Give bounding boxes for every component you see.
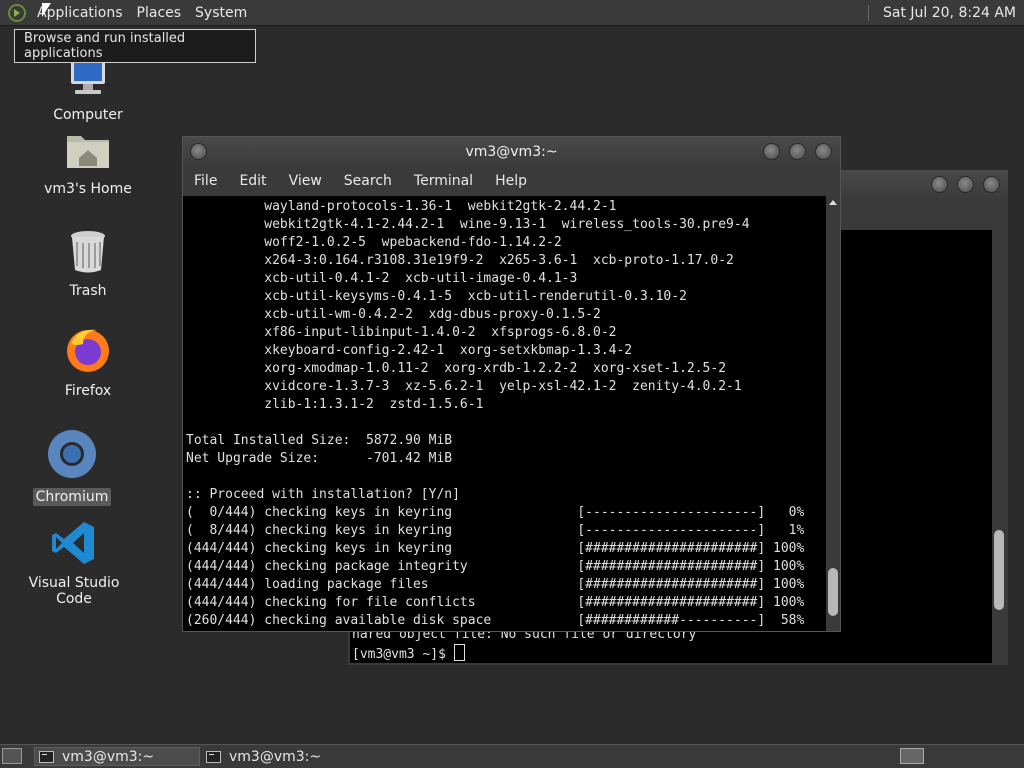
workspace-switcher-icon[interactable] xyxy=(900,748,924,764)
menu-view[interactable]: View xyxy=(278,173,333,189)
terminal-line: (444/444) loading package files [#######… xyxy=(186,577,805,592)
scrollbar-thumb[interactable] xyxy=(828,568,838,616)
desktop-icon-vscode[interactable]: Visual Studio Code xyxy=(14,520,134,608)
terminal-line: ( 8/444) checking keys in keyring [-----… xyxy=(186,523,805,538)
terminal-line: :: Proceed with installation? [Y/n] xyxy=(186,487,460,502)
terminal-line: xorg-xmodmap-1.0.11-2 xorg-xrdb-1.2.2-2 … xyxy=(186,361,727,376)
terminal-prompt-line[interactable]: [vm3@vm3 ~]$ xyxy=(352,644,465,663)
distro-logo-icon[interactable] xyxy=(8,3,26,22)
terminal-line: x264-3:0.164.r3108.31e19f9-2 x265-3.6-1 … xyxy=(186,253,734,268)
terminal-line: xcb-util-keysyms-0.4.1-5 xcb-util-render… xyxy=(186,289,687,304)
terminal-line: Total Installed Size: 5872.90 MiB xyxy=(186,433,453,448)
close-button[interactable] xyxy=(983,176,1000,193)
maximize-button[interactable] xyxy=(957,176,974,193)
home-folder-icon xyxy=(67,136,109,168)
applications-tooltip: Browse and run installed applications xyxy=(14,29,256,63)
menu-search[interactable]: Search xyxy=(333,173,403,189)
terminal-line: xf86-input-libinput-1.4.0-2 xfsprogs-6.8… xyxy=(186,325,617,340)
terminal-line: (260/444) checking available disk space … xyxy=(186,613,805,628)
terminal-line: (444/444) checking for file conflicts [#… xyxy=(186,595,805,610)
menu-file[interactable]: File xyxy=(183,173,228,189)
terminal-line: wayland-protocols-1.36-1 webkit2gtk-2.44… xyxy=(186,199,617,214)
menu-terminal[interactable]: Terminal xyxy=(403,173,484,189)
scrollbar-thumb[interactable] xyxy=(994,530,1004,610)
terminal-line: (444/444) checking keys in keyring [####… xyxy=(186,541,805,556)
terminal-line: webkit2gtk-4.1-2.44.2-1 wine-9.13-1 wire… xyxy=(186,217,750,232)
bottom-taskbar: vm3@vm3:~ vm3@vm3:~ xyxy=(0,744,1024,768)
taskbar-item-terminal-front[interactable]: vm3@vm3:~ xyxy=(34,747,200,766)
system-menu[interactable]: System xyxy=(188,5,254,21)
shell-prompt: [vm3@vm3 ~]$ xyxy=(352,647,454,662)
firefox-icon xyxy=(67,329,109,372)
desktop-icon-firefox[interactable]: Firefox xyxy=(28,326,148,400)
terminal-icon xyxy=(39,750,54,763)
terminal-line: Net Upgrade Size: -701.42 MiB xyxy=(186,451,453,466)
taskbar-item-label: vm3@vm3:~ xyxy=(62,748,155,765)
terminal-line: xvidcore-1.3.7-3 xz-5.6.2-1 yelp-xsl-42.… xyxy=(186,379,742,394)
terminal-text: wayland-protocols-1.36-1 webkit2gtk-2.44… xyxy=(186,198,804,630)
places-menu[interactable]: Places xyxy=(130,5,189,21)
vertical-scrollbar[interactable] xyxy=(826,196,840,631)
minimize-button[interactable] xyxy=(931,176,948,193)
desktop-icon-computer[interactable]: Computer xyxy=(28,58,148,124)
taskbar-item-terminal-back[interactable]: vm3@vm3:~ xyxy=(202,747,368,766)
desktop-icon-label: Trash xyxy=(69,283,107,299)
terminal-line: ( 0/444) checking keys in keyring [-----… xyxy=(186,505,805,520)
show-desktop-icon[interactable] xyxy=(2,748,22,764)
chromium-icon xyxy=(48,430,96,478)
clock[interactable]: Sat Jul 20, 8:24 AM xyxy=(867,0,1024,25)
maximize-button[interactable] xyxy=(789,143,806,160)
desktop-icon-label: Computer xyxy=(53,107,123,123)
desktop-icon-chromium[interactable]: Chromium xyxy=(12,428,132,506)
window-title: vm3@vm3:~ xyxy=(465,144,558,160)
desktop-icon-label: Chromium xyxy=(32,488,112,506)
terminal-line: woff2-1.0.2-5 wpebackend-fdo-1.14.2-2 xyxy=(186,235,562,250)
terminal-window-front[interactable]: vm3@vm3:~ File Edit View Search Terminal… xyxy=(182,136,841,632)
clock-label: Sat Jul 20, 8:24 AM xyxy=(882,4,1016,21)
menu-edit[interactable]: Edit xyxy=(228,173,277,189)
terminal-line: xcb-util-wm-0.4.2-2 xdg-dbus-proxy-0.1.5… xyxy=(186,307,601,322)
window-menu-button[interactable] xyxy=(190,143,207,160)
taskbar-item-label: vm3@vm3:~ xyxy=(229,748,322,765)
desktop-icon-label: Visual Studio Code xyxy=(28,575,120,607)
minimize-button[interactable] xyxy=(763,143,780,160)
text-cursor xyxy=(453,644,465,661)
panel-separator xyxy=(867,4,869,21)
terminal-output[interactable]: wayland-protocols-1.36-1 webkit2gtk-2.44… xyxy=(183,196,826,631)
close-button[interactable] xyxy=(815,143,832,160)
terminal-line: xkeyboard-config-2.42-1 xorg-setxkbmap-1… xyxy=(186,343,633,358)
window-titlebar[interactable]: vm3@vm3:~ xyxy=(183,137,840,167)
vertical-scrollbar[interactable] xyxy=(992,230,1006,663)
top-panel: Applications Places System Sat Jul 20, 8… xyxy=(0,0,1024,26)
menu-help[interactable]: Help xyxy=(484,173,538,189)
computer-icon xyxy=(71,60,105,94)
desktop-icon-trash[interactable]: Trash xyxy=(28,228,148,300)
desktop-icon-home[interactable]: vm3's Home xyxy=(28,128,148,198)
desktop-icon-label: vm3's Home xyxy=(44,181,132,197)
terminal-line: xcb-util-0.4.1-2 xcb-util-image-0.4.1-3 xyxy=(186,271,578,286)
terminal-line: (444/444) checking package integrity [##… xyxy=(186,559,805,574)
terminal-line: zlib-1:1.3.1-2 zstd-1.5.6-1 xyxy=(186,397,484,412)
trash-icon xyxy=(71,231,105,273)
scroll-up-arrow-icon[interactable] xyxy=(829,200,837,205)
mouse-pointer-icon xyxy=(42,3,51,17)
vscode-icon xyxy=(52,522,94,564)
terminal-menubar: File Edit View Search Terminal Help xyxy=(183,167,840,195)
desktop-icon-label: Firefox xyxy=(64,383,112,399)
terminal-icon xyxy=(206,750,221,763)
